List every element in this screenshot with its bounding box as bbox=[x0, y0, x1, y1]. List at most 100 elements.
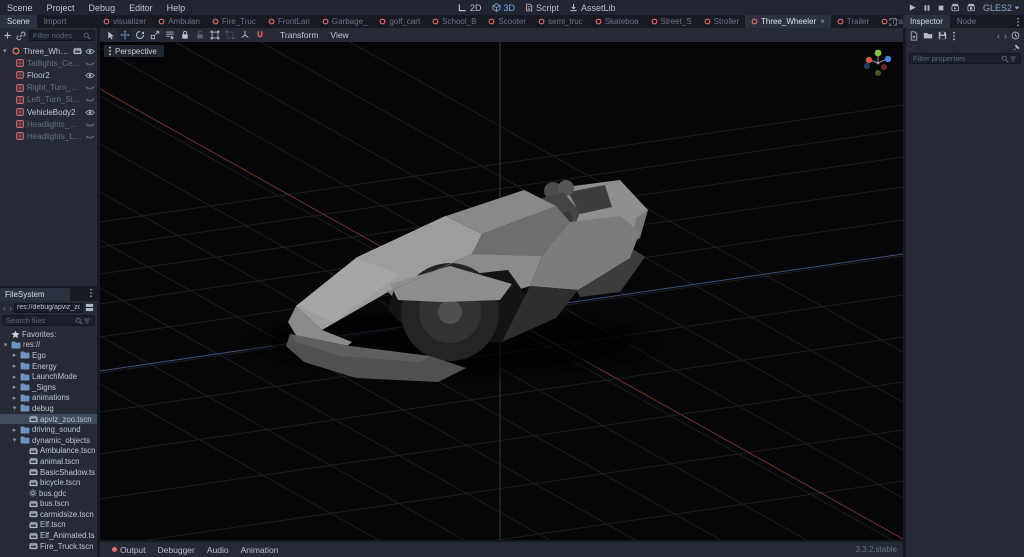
move-icon[interactable] bbox=[118, 29, 132, 41]
file-item[interactable]: apviz_zoo.tscn bbox=[0, 414, 97, 425]
scene-tab[interactable]: School_B bbox=[426, 15, 482, 28]
file-item[interactable]: ▾ dynamic_objects bbox=[0, 435, 97, 446]
current-path[interactable] bbox=[14, 303, 83, 313]
history-icon[interactable] bbox=[1011, 31, 1020, 40]
scale-icon[interactable] bbox=[148, 29, 162, 41]
file-item[interactable]: Elf_Animated.tscn bbox=[0, 530, 97, 541]
scene-tab[interactable]: Garbage_ bbox=[316, 15, 374, 28]
file-item[interactable]: ▸ Ego bbox=[0, 350, 97, 361]
snap-icon[interactable] bbox=[253, 29, 267, 41]
menu-item[interactable]: Scene bbox=[0, 3, 40, 13]
scene-tab[interactable]: semi_truc bbox=[532, 15, 589, 28]
scene-node-row[interactable]: ▾ Headlights_Right2 bbox=[0, 118, 97, 130]
file-item[interactable]: bus.tscn bbox=[0, 499, 97, 510]
scene-tab[interactable]: Three_Wheeler × bbox=[745, 15, 831, 28]
filesystem-title[interactable]: FileSystem bbox=[0, 288, 70, 301]
nav-forward-icon[interactable]: › bbox=[8, 303, 13, 313]
file-item[interactable]: ▸ driving_sound bbox=[0, 424, 97, 435]
scene-node-row[interactable]: ▾ Floor2 bbox=[0, 69, 97, 81]
hist-fwd-icon[interactable]: › bbox=[1004, 31, 1007, 41]
eye-closed-icon[interactable] bbox=[85, 84, 95, 91]
view-menu-button[interactable]: Perspective bbox=[104, 45, 164, 57]
nav-back-icon[interactable]: ‹ bbox=[2, 303, 7, 313]
pause-icon[interactable] bbox=[923, 3, 931, 12]
menu-item[interactable]: Help bbox=[160, 3, 193, 13]
filter-nodes-input[interactable] bbox=[33, 31, 83, 40]
file-item[interactable]: bus.gdc bbox=[0, 488, 97, 499]
local-space-icon[interactable] bbox=[238, 29, 252, 41]
scene-tab[interactable]: golf_cart bbox=[373, 15, 426, 28]
menu-item[interactable]: Debug bbox=[82, 3, 123, 13]
play-custom-icon[interactable] bbox=[967, 3, 977, 12]
dock-options-icon[interactable] bbox=[1012, 17, 1024, 27]
bottom-panel-tab[interactable]: Animation bbox=[235, 545, 285, 555]
editor-mode-button[interactable]: 2D bbox=[458, 3, 482, 13]
scene-tab[interactable]: Scooter bbox=[482, 15, 532, 28]
group-icon[interactable] bbox=[208, 29, 222, 41]
bottom-panel-tab[interactable]: Output bbox=[106, 545, 152, 555]
scene-tab[interactable]: Skateboa bbox=[589, 15, 645, 28]
eye-closed-icon[interactable] bbox=[85, 96, 95, 103]
filesystem-options-icon[interactable] bbox=[85, 288, 97, 301]
arr-down-icon[interactable]: ▾ bbox=[2, 341, 9, 349]
eye-closed-icon[interactable] bbox=[85, 60, 95, 67]
bottom-panel-tab[interactable]: Audio bbox=[201, 545, 235, 555]
file-item[interactable]: bicycle.tscn bbox=[0, 477, 97, 488]
arr-right-icon[interactable]: ▸ bbox=[11, 351, 18, 359]
instance-scene-icon[interactable] bbox=[15, 31, 27, 41]
file-item[interactable]: ▾ res:// bbox=[0, 340, 97, 351]
file-item[interactable]: animal.tscn bbox=[0, 456, 97, 467]
expand-all-icon[interactable] bbox=[1009, 55, 1017, 63]
file-item[interactable]: Elf.tscn bbox=[0, 520, 97, 531]
ungroup-icon[interactable] bbox=[223, 29, 237, 41]
file-item[interactable]: Ambulance.tscn bbox=[0, 446, 97, 457]
file-item[interactable]: ▸ animations bbox=[0, 393, 97, 404]
renderer-select[interactable]: GLES2 bbox=[983, 3, 1020, 13]
list-select-icon[interactable] bbox=[163, 29, 177, 41]
expand-arrow-icon[interactable]: ▾ bbox=[3, 47, 9, 55]
file-item[interactable]: Fire_Truck.tscn bbox=[0, 541, 97, 552]
split-view-icon[interactable] bbox=[84, 303, 95, 312]
scene-node-row[interactable]: ▾ Left_Turn_Signal2 bbox=[0, 94, 97, 106]
play-icon[interactable] bbox=[908, 3, 917, 12]
file-item[interactable]: ▸ LaunchMode bbox=[0, 371, 97, 382]
scene-clapper-icon[interactable] bbox=[73, 47, 82, 55]
eye-closed-icon[interactable] bbox=[85, 133, 95, 140]
save-icon[interactable] bbox=[938, 31, 947, 41]
scene-node-row[interactable]: ▾ Taillights_Center2 bbox=[0, 57, 97, 69]
pin-icon[interactable] bbox=[1013, 44, 1020, 51]
dock-tab[interactable]: Import bbox=[37, 15, 74, 28]
arr-right-icon[interactable]: ▸ bbox=[11, 394, 18, 402]
inspector-tab[interactable]: Inspector bbox=[903, 15, 950, 28]
arr-right-icon[interactable]: ▸ bbox=[11, 426, 18, 434]
file-item[interactable]: ▸ Energy bbox=[0, 361, 97, 372]
file-item[interactable]: BasicShadow.tscn bbox=[0, 467, 97, 478]
file-item[interactable]: ▸ _Signs bbox=[0, 382, 97, 393]
arr-right-icon[interactable]: ▸ bbox=[11, 373, 18, 381]
toolbar-menu[interactable]: Transform bbox=[274, 30, 324, 40]
scene-node-row[interactable]: ▾ Three_Wheeler bbox=[0, 45, 97, 57]
unlock-icon[interactable] bbox=[193, 29, 207, 41]
play-scene-icon[interactable] bbox=[951, 3, 961, 12]
arr-down-icon[interactable]: ▾ bbox=[11, 436, 18, 444]
close-icon[interactable]: × bbox=[820, 17, 825, 26]
arr-down-icon[interactable]: ▾ bbox=[11, 404, 18, 412]
scene-tab[interactable]: Stroller bbox=[698, 15, 745, 28]
scene-node-row[interactable]: ▾ Headlights_Left2 bbox=[0, 130, 97, 142]
eye-open-icon[interactable] bbox=[85, 109, 95, 116]
viewport-3d[interactable]: Perspective bbox=[100, 42, 903, 540]
distraction-free-icon[interactable] bbox=[889, 18, 897, 26]
scene-tab[interactable]: visualizer bbox=[97, 15, 152, 28]
inspector-tab[interactable]: Node bbox=[950, 15, 983, 28]
add-node-button[interactable] bbox=[2, 31, 13, 40]
file-item[interactable]: ▾ debug bbox=[0, 403, 97, 414]
scene-tab[interactable]: Fire_Truc bbox=[206, 15, 262, 28]
file-item[interactable]: carmidsize.tscn bbox=[0, 509, 97, 520]
hist-back-icon[interactable]: ‹ bbox=[997, 31, 1000, 41]
menu-item[interactable]: Editor bbox=[122, 3, 160, 13]
search-files-input[interactable] bbox=[6, 316, 75, 325]
eye-closed-icon[interactable] bbox=[85, 121, 95, 128]
file-item[interactable]: Favorites: bbox=[0, 329, 97, 340]
axis-gizmo[interactable] bbox=[863, 48, 893, 78]
filter-properties-input[interactable] bbox=[913, 54, 1001, 63]
